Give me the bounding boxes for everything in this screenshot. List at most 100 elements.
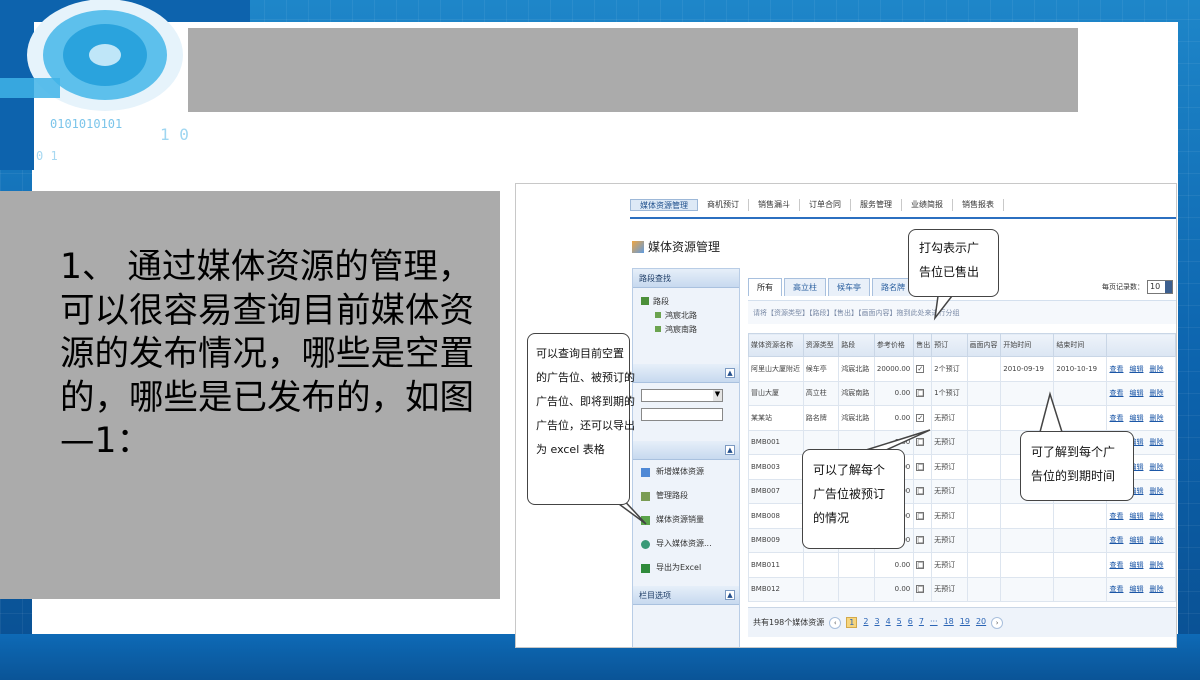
checkbox-icon[interactable]: □ bbox=[916, 536, 925, 545]
filter-input[interactable] bbox=[641, 408, 723, 421]
page-link[interactable]: 2 bbox=[863, 617, 868, 628]
column-header[interactable] bbox=[1106, 333, 1176, 357]
collapse-toggle[interactable]: ▲ bbox=[725, 368, 735, 378]
view-link[interactable]: 查看 bbox=[1109, 414, 1123, 422]
edit-link[interactable]: 编辑 bbox=[1129, 365, 1143, 373]
delete-link[interactable]: 删除 bbox=[1149, 365, 1163, 373]
table-cell: 0.00 bbox=[873, 552, 915, 578]
tree-node-north[interactable]: 鸿宸北路 bbox=[641, 308, 731, 322]
tab-all[interactable]: 所有 bbox=[748, 278, 782, 296]
sidebar-section-search[interactable]: 路段查找 bbox=[633, 269, 739, 288]
sidebar-item-export-excel[interactable]: 导出为Excel bbox=[633, 556, 739, 580]
table-cell bbox=[1053, 380, 1108, 406]
column-header[interactable]: 媒体资源名称 bbox=[748, 333, 804, 357]
delete-link[interactable]: 删除 bbox=[1149, 585, 1163, 593]
table-cell: BMB003 bbox=[748, 454, 804, 480]
tree-node-south[interactable]: 鸿宸南路 bbox=[641, 322, 731, 336]
page-link[interactable]: 4 bbox=[886, 617, 891, 628]
nav-item-opportunity[interactable]: 商机预订 bbox=[698, 199, 749, 211]
nav-item-briefing[interactable]: 业绩简报 bbox=[902, 199, 953, 211]
collapse-toggle[interactable]: ▲ bbox=[725, 590, 735, 600]
sidebar-item-sales-volume[interactable]: 媒体资源销量 bbox=[633, 508, 739, 532]
edit-link[interactable]: 编辑 bbox=[1129, 414, 1143, 422]
checkbox-icon[interactable]: □ bbox=[916, 389, 925, 398]
table-row[interactable]: 某某站 路名牌 鸿宸北路 0.00 ✓ 无预订 查看 编辑 删除 bbox=[748, 405, 1176, 431]
view-link[interactable]: 查看 bbox=[1109, 585, 1123, 593]
page-link[interactable]: 19 bbox=[960, 617, 970, 628]
delete-link[interactable]: 删除 bbox=[1149, 438, 1163, 446]
checkbox-icon[interactable]: □ bbox=[916, 487, 925, 496]
tree-root[interactable]: 路段 bbox=[641, 294, 731, 308]
checkbox-icon[interactable]: □ bbox=[916, 585, 925, 594]
table-cell bbox=[802, 552, 840, 578]
checked-box-icon[interactable]: ✓ bbox=[916, 413, 925, 422]
checkbox-icon[interactable]: □ bbox=[916, 511, 925, 520]
column-header[interactable]: 画面内容 bbox=[966, 333, 1002, 357]
table-row[interactable]: BMB012 0.00 □ 无预订 查看 编辑 删除 bbox=[748, 576, 1176, 602]
table-cell bbox=[802, 576, 840, 602]
table-cell: BMB011 bbox=[748, 552, 804, 578]
tab-bus-shelter[interactable]: 候车亭 bbox=[828, 278, 870, 296]
column-header[interactable]: 资源类型 bbox=[802, 333, 840, 357]
delete-link[interactable]: 删除 bbox=[1149, 487, 1163, 495]
edit-link[interactable]: 编辑 bbox=[1129, 585, 1143, 593]
nav-item-reports[interactable]: 销售报表 bbox=[953, 199, 1004, 211]
table-row[interactable]: BMB011 0.00 □ 无预订 查看 编辑 删除 bbox=[748, 552, 1176, 578]
page-link[interactable]: 3 bbox=[874, 617, 879, 628]
checkbox-icon[interactable]: □ bbox=[916, 560, 925, 569]
nav-item-media[interactable]: 媒体资源管理 bbox=[630, 199, 698, 211]
sidebar-section-options[interactable]: 栏目选项 ▲ bbox=[633, 586, 739, 605]
page-link[interactable]: 18 bbox=[944, 617, 954, 628]
page-link[interactable]: 6 bbox=[908, 617, 913, 628]
sidebar-item-manage-routes[interactable]: 管理路段 bbox=[633, 484, 739, 508]
column-header[interactable]: 结束时间 bbox=[1053, 333, 1108, 357]
sold-cell: □ bbox=[913, 454, 933, 480]
delete-link[interactable]: 删除 bbox=[1149, 536, 1163, 544]
nav-item-funnel[interactable]: 销售漏斗 bbox=[749, 199, 800, 211]
filter-select[interactable]: ▼ bbox=[641, 389, 723, 402]
prev-page-icon[interactable]: ‹ bbox=[829, 616, 842, 629]
view-link[interactable]: 查看 bbox=[1109, 512, 1123, 520]
sidebar-section-actions[interactable]: ▲ bbox=[633, 441, 739, 460]
column-header[interactable]: 路段 bbox=[838, 333, 875, 357]
nav-item-service[interactable]: 服务管理 bbox=[851, 199, 902, 211]
collapse-toggle[interactable]: ▲ bbox=[725, 445, 735, 455]
table-row[interactable]: 冒山大厦 高立柱 鸿宸南路 0.00 □ 1个预订 查看 编辑 删除 bbox=[748, 380, 1176, 406]
checkbox-icon[interactable]: □ bbox=[916, 462, 925, 471]
view-link[interactable]: 查看 bbox=[1109, 365, 1123, 373]
table-row[interactable]: 阿里山大厦附近 候车亭 鸿宸北路 20000.00 ✓ 2个预订 2010-09-19 201… bbox=[748, 356, 1176, 382]
table-cell bbox=[1000, 405, 1055, 431]
table-cell: BMB007 bbox=[748, 478, 804, 504]
column-header[interactable]: 预订 bbox=[931, 333, 968, 357]
edit-link[interactable]: 编辑 bbox=[1129, 561, 1143, 569]
view-link[interactable]: 查看 bbox=[1109, 561, 1123, 569]
chevron-down-icon[interactable]: ▼ bbox=[713, 390, 722, 401]
page-link[interactable]: 7 bbox=[919, 617, 924, 628]
delete-link[interactable]: 删除 bbox=[1149, 512, 1163, 520]
delete-link[interactable]: 删除 bbox=[1149, 463, 1163, 471]
per-page-select[interactable]: 10 bbox=[1147, 280, 1173, 294]
delete-link[interactable]: 删除 bbox=[1149, 414, 1163, 422]
column-header[interactable]: 售出 bbox=[913, 333, 933, 357]
checked-box-icon[interactable]: ✓ bbox=[916, 364, 925, 373]
edit-link[interactable]: 编辑 bbox=[1129, 512, 1143, 520]
row-actions: 查看编辑删除 bbox=[1106, 405, 1176, 431]
view-link[interactable]: 查看 bbox=[1109, 536, 1123, 544]
page-link[interactable]: 1 bbox=[846, 617, 858, 628]
edit-link[interactable]: 编辑 bbox=[1129, 389, 1143, 397]
delete-link[interactable]: 删除 bbox=[1149, 561, 1163, 569]
sidebar-item-import[interactable]: 导入媒体资源... bbox=[633, 532, 739, 556]
column-header[interactable]: 参考价格 bbox=[873, 333, 915, 357]
column-header[interactable]: 开始时间 bbox=[1000, 333, 1055, 357]
view-link[interactable]: 查看 bbox=[1109, 389, 1123, 397]
checkbox-icon[interactable]: □ bbox=[916, 438, 925, 447]
nav-item-orders[interactable]: 订单合同 bbox=[800, 199, 851, 211]
sidebar-section-filter[interactable]: ▲ bbox=[633, 364, 739, 383]
next-page-icon[interactable]: › bbox=[991, 616, 1004, 629]
page-link[interactable]: 5 bbox=[897, 617, 902, 628]
sidebar-item-new-resource[interactable]: 新增媒体资源 bbox=[633, 460, 739, 484]
delete-link[interactable]: 删除 bbox=[1149, 389, 1163, 397]
tab-pillar[interactable]: 高立柱 bbox=[784, 278, 826, 296]
edit-link[interactable]: 编辑 bbox=[1129, 536, 1143, 544]
page-link[interactable]: 20 bbox=[976, 617, 986, 628]
